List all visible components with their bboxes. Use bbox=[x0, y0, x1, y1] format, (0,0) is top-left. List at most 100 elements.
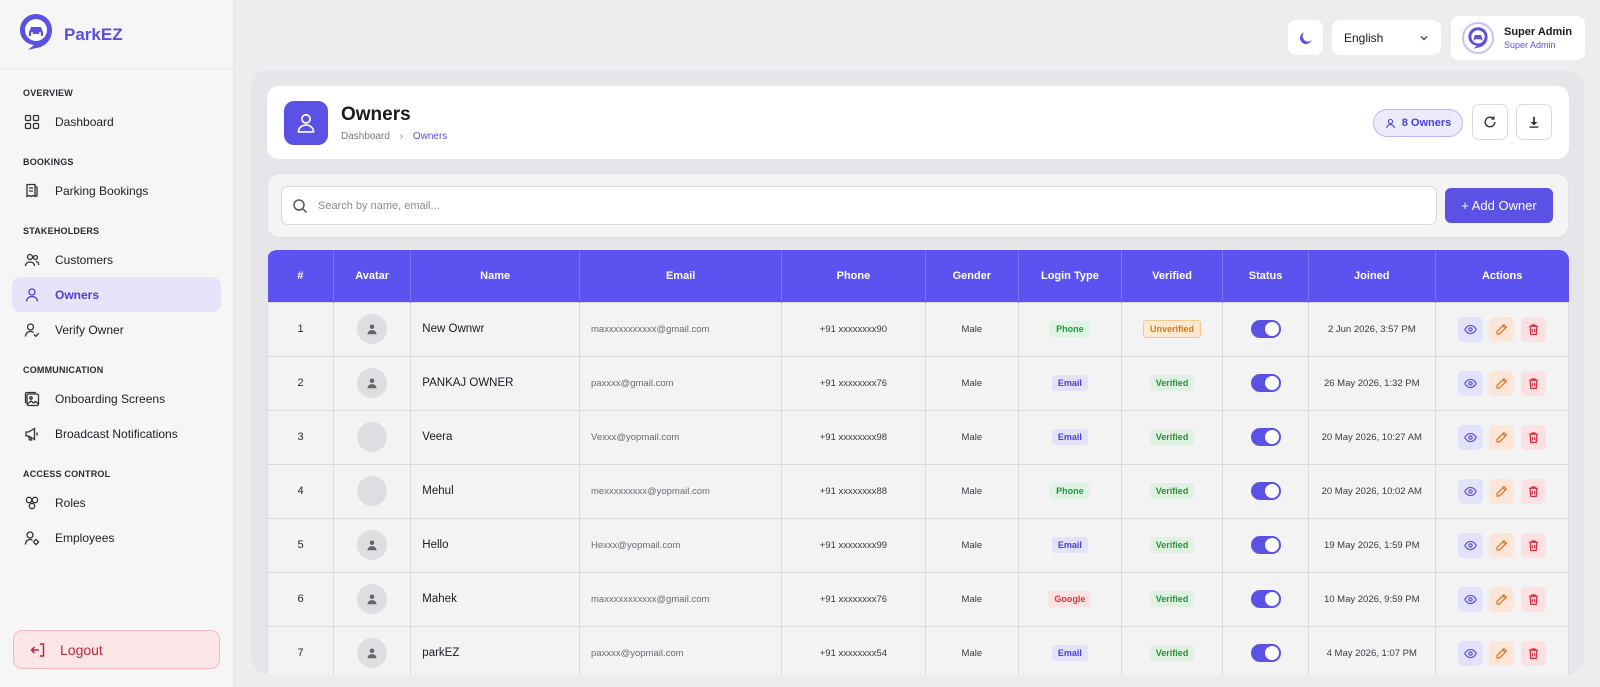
owner-email: paxxxx@yopmail.com bbox=[579, 625, 783, 675]
delete-button[interactable] bbox=[1521, 370, 1547, 396]
section-title: BOOKINGS bbox=[23, 157, 74, 167]
view-button[interactable] bbox=[1457, 424, 1483, 450]
status-toggle[interactable] bbox=[1250, 482, 1281, 500]
sidebar-item-employees[interactable]: Employees bbox=[12, 520, 221, 555]
sidebar-item-owners[interactable]: Owners bbox=[12, 277, 221, 312]
user-cog-icon bbox=[24, 530, 40, 545]
status-toggle[interactable] bbox=[1250, 644, 1281, 662]
verified-badge: Unverified bbox=[1143, 320, 1202, 338]
nav-section-stakeholders: STAKEHOLDERS Customers Owners Verify Own… bbox=[0, 226, 233, 347]
verified-badge: Verified bbox=[1149, 537, 1195, 553]
owner-email-value: paxxxx@yopmail.com bbox=[591, 647, 684, 659]
column-header: Login Type bbox=[1018, 250, 1122, 302]
sidebar-item-onboarding-screens[interactable]: Onboarding Screens bbox=[12, 381, 221, 416]
owner-phone-value: +91 xxxxxxxx54 bbox=[819, 647, 888, 659]
user-check-icon bbox=[24, 322, 40, 337]
moon-icon bbox=[1299, 31, 1312, 44]
owner-gender: Male bbox=[924, 625, 1020, 675]
breadcrumb: Dashboard › Owners bbox=[341, 131, 447, 142]
avatar bbox=[357, 422, 388, 452]
search-input[interactable] bbox=[318, 199, 1318, 212]
view-button[interactable] bbox=[1457, 532, 1483, 558]
refresh-button[interactable] bbox=[1472, 104, 1508, 140]
sidebar-item-verify-owner[interactable]: Verify Owner bbox=[12, 312, 221, 347]
joined-cell: 19 May 2026, 1:59 PM bbox=[1307, 517, 1436, 573]
brand[interactable]: ParkEZ bbox=[0, 0, 233, 70]
owner-name-value: Mahek bbox=[422, 593, 457, 605]
edit-button[interactable] bbox=[1489, 370, 1515, 396]
edit-button[interactable] bbox=[1489, 586, 1515, 612]
delete-button[interactable] bbox=[1521, 586, 1547, 612]
sidebar-item-dashboard[interactable]: Dashboard bbox=[12, 104, 221, 139]
view-button[interactable] bbox=[1457, 478, 1483, 504]
view-button[interactable] bbox=[1457, 370, 1483, 396]
chevron-down-icon bbox=[1420, 35, 1428, 40]
user-profile-menu[interactable]: Super Admin Super Admin bbox=[1451, 16, 1585, 60]
edit-button[interactable] bbox=[1489, 316, 1515, 342]
actions-cell bbox=[1434, 571, 1569, 627]
edit-button[interactable] bbox=[1489, 424, 1515, 450]
status-cell bbox=[1222, 301, 1309, 357]
view-button[interactable] bbox=[1457, 640, 1483, 666]
row-index-value: 6 bbox=[297, 593, 304, 605]
verified-cell: Unverified bbox=[1120, 301, 1224, 357]
owner-gender: Male bbox=[924, 517, 1020, 573]
status-toggle[interactable] bbox=[1250, 536, 1281, 554]
status-toggle[interactable] bbox=[1250, 320, 1281, 338]
owner-name-value: Veera bbox=[422, 431, 453, 443]
owner-name: Hello bbox=[410, 517, 581, 573]
column-header: Gender bbox=[925, 250, 1020, 302]
owner-name: Mahek bbox=[410, 571, 581, 627]
status-toggle[interactable] bbox=[1250, 374, 1281, 392]
login-type-badge: Phone bbox=[1050, 321, 1090, 337]
user-name: Super Admin bbox=[1504, 26, 1573, 38]
theme-toggle-button[interactable] bbox=[1288, 20, 1323, 55]
sidebar-item-broadcast-notifications[interactable]: Broadcast Notifications bbox=[12, 416, 221, 451]
owner-phone-value: +91 xxxxxxxx98 bbox=[819, 431, 888, 443]
owner-phone: +91 xxxxxxxx76 bbox=[781, 355, 926, 411]
logout-button[interactable]: Logout bbox=[13, 630, 220, 669]
view-button[interactable] bbox=[1457, 316, 1483, 342]
status-toggle[interactable] bbox=[1250, 590, 1281, 608]
user-icon bbox=[25, 287, 39, 302]
joined-cell: 20 May 2026, 10:27 AM bbox=[1307, 409, 1436, 465]
users-icon bbox=[24, 253, 40, 266]
add-owner-button[interactable]: + Add Owner bbox=[1445, 188, 1553, 223]
delete-button[interactable] bbox=[1521, 478, 1547, 504]
avatar-cell bbox=[333, 409, 412, 465]
view-button[interactable] bbox=[1457, 586, 1483, 612]
owners-table-container[interactable]: # Avatar Name Email Phone Gender Login T… bbox=[267, 250, 1569, 675]
owner-phone: +91 xxxxxxxx99 bbox=[781, 517, 926, 573]
row-index: 5 bbox=[267, 517, 335, 573]
sidebar-item-label: Verify Owner bbox=[55, 322, 124, 337]
delete-button[interactable] bbox=[1521, 316, 1547, 342]
breadcrumb-root[interactable]: Dashboard bbox=[341, 131, 390, 142]
owner-phone: +91 xxxxxxxx54 bbox=[781, 625, 926, 675]
column-header: Actions bbox=[1435, 250, 1569, 302]
logout-icon bbox=[30, 642, 45, 657]
owner-name-value: Hello bbox=[422, 539, 449, 551]
login-type-badge: Email bbox=[1051, 645, 1088, 661]
images-icon bbox=[24, 391, 40, 406]
delete-button[interactable] bbox=[1521, 424, 1547, 450]
language-select[interactable]: English bbox=[1332, 20, 1441, 55]
edit-button[interactable] bbox=[1489, 532, 1515, 558]
delete-button[interactable] bbox=[1521, 640, 1547, 666]
sidebar-item-parking-bookings[interactable]: Parking Bookings bbox=[12, 173, 221, 208]
edit-button[interactable] bbox=[1489, 478, 1515, 504]
login-type-cell: Email bbox=[1018, 517, 1122, 573]
user-icon bbox=[1385, 118, 1395, 128]
sidebar-item-customers[interactable]: Customers bbox=[12, 242, 221, 277]
download-button[interactable] bbox=[1516, 104, 1552, 140]
delete-button[interactable] bbox=[1521, 532, 1547, 558]
status-toggle[interactable] bbox=[1250, 428, 1281, 446]
verified-cell: Verified bbox=[1120, 355, 1224, 411]
owner-name: parkEZ bbox=[410, 625, 581, 675]
edit-button[interactable] bbox=[1489, 640, 1515, 666]
trash-icon bbox=[1529, 431, 1538, 443]
sidebar-item-roles[interactable]: Roles bbox=[12, 485, 221, 520]
roles-icon bbox=[25, 496, 39, 509]
login-type-cell: Phone bbox=[1018, 463, 1122, 519]
column-header: # bbox=[267, 250, 335, 302]
eye-icon bbox=[1463, 648, 1477, 658]
